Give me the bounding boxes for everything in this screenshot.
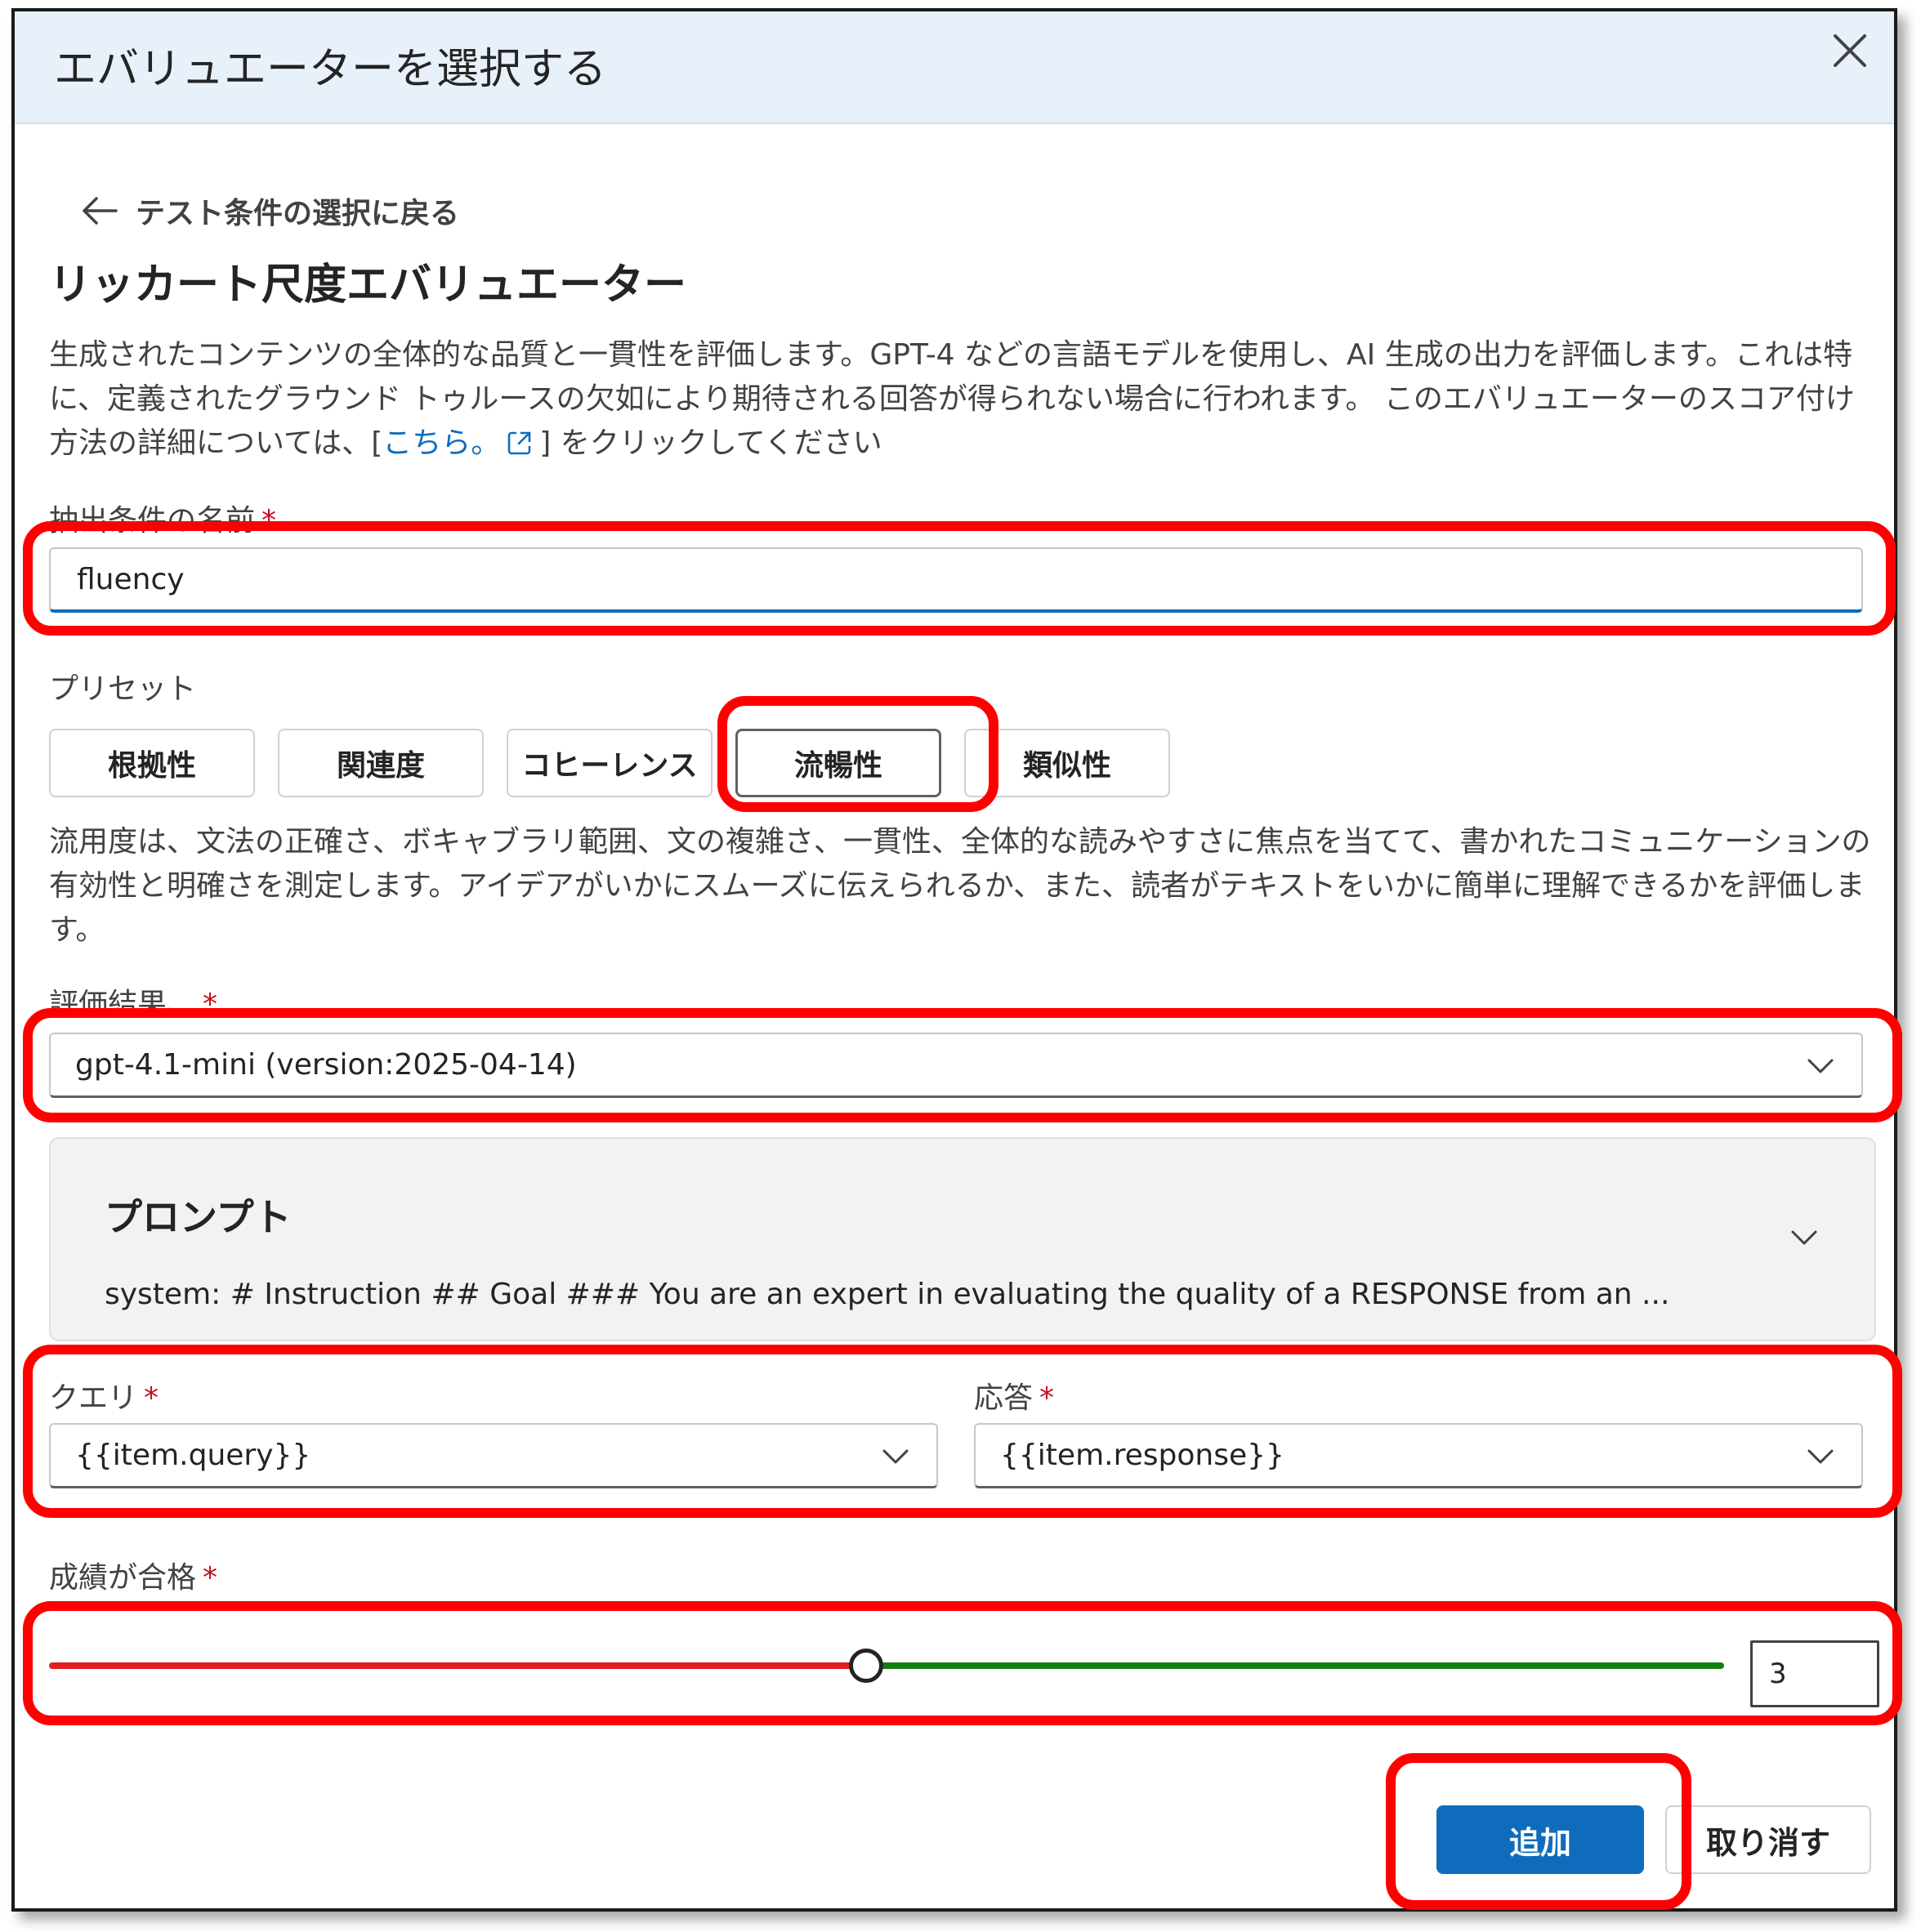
arrow-left-icon <box>80 194 119 227</box>
pass-grade-slider[interactable] <box>49 1645 1724 1686</box>
chevron-down-icon[interactable] <box>1788 1224 1820 1252</box>
required-mark: * <box>261 504 277 538</box>
back-link-label: テスト条件の選択に戻る <box>136 197 460 230</box>
response-select[interactable]: {{item.response}} <box>974 1423 1863 1488</box>
chevron-down-icon <box>1804 1443 1837 1470</box>
dialog-header: エバリュエーターを選択する <box>15 11 1894 124</box>
criteria-name-input[interactable]: fluency <box>49 547 1863 613</box>
query-select-value: {{item.query}} <box>75 1439 311 1472</box>
query-label-text: クエリ <box>49 1381 138 1415</box>
chevron-down-icon <box>879 1443 912 1470</box>
model-select-value: gpt-4.1-mini (version:2025-04-14) <box>75 1048 577 1082</box>
evaluator-dialog: エバリュエーターを選択する テスト条件の選択に戻る リッカート尺度エバリュエータ… <box>11 8 1897 1912</box>
name-label-text: 抽出条件の名前 <box>49 504 256 538</box>
response-select-value: {{item.response}} <box>1000 1439 1284 1472</box>
pass-grade-label: 成績が合格 * <box>49 1554 217 1596</box>
cancel-button[interactable]: 取り消す <box>1665 1805 1871 1874</box>
preset-coherence-button[interactable]: コヒーレンス <box>507 729 713 797</box>
model-label-text: 評価結果、 <box>49 988 197 1021</box>
prompt-title: プロンプト <box>105 1195 292 1239</box>
preset-groundedness-button[interactable]: 根拠性 <box>49 729 255 797</box>
model-field-label: 評価結果、 * <box>49 980 217 1023</box>
description-text: 生成されたコンテンツの全体的な品質と一貫性を評価します。GPT-4 などの言語モ… <box>49 338 1855 460</box>
pass-grade-label-text: 成績が合格 <box>49 1561 197 1595</box>
preset-relevance-button[interactable]: 関連度 <box>278 729 484 797</box>
evaluator-description: 生成されたコンテンツの全体的な品質と一貫性を評価します。GPT-4 などの言語モ… <box>49 333 1879 466</box>
name-field-label: 抽出条件の名前 * <box>49 497 276 539</box>
presets-label: プリセット <box>49 672 197 706</box>
slider-track-high <box>866 1662 1724 1669</box>
close-button[interactable] <box>1824 25 1876 77</box>
query-select[interactable]: {{item.query}} <box>49 1423 938 1488</box>
response-field-label: 応答 * <box>974 1374 1054 1417</box>
query-field-label: クエリ * <box>49 1374 159 1417</box>
pass-grade-input[interactable]: 3 <box>1750 1640 1879 1707</box>
preset-fluency-button[interactable]: 流暢性 <box>735 729 941 797</box>
required-mark: * <box>1039 1381 1055 1415</box>
prompt-panel[interactable]: プロンプト system: # Instruction ## Goal ### … <box>49 1137 1876 1341</box>
pass-grade-value: 3 <box>1769 1658 1787 1690</box>
preset-description: 流用度は、文法の正確さ、ボキャブラリ範囲、文の複雑さ、一貫性、全体的な読みやすさ… <box>49 825 1871 947</box>
open-in-new-icon[interactable] <box>505 428 534 457</box>
slider-thumb[interactable] <box>849 1649 883 1683</box>
chevron-down-icon <box>1804 1052 1837 1080</box>
preset-buttons: 根拠性 関連度 コヒーレンス 流暢性 類似性 <box>49 729 1193 797</box>
required-mark: * <box>203 988 218 1021</box>
add-button[interactable]: 追加 <box>1436 1805 1644 1874</box>
preset-similarity-button[interactable]: 類似性 <box>964 729 1170 797</box>
back-link[interactable]: テスト条件の選択に戻る <box>80 190 459 232</box>
model-select[interactable]: gpt-4.1-mini (version:2025-04-14) <box>49 1033 1863 1098</box>
required-mark: * <box>144 1381 159 1415</box>
dialog-title: エバリュエーターを選択する <box>54 45 607 94</box>
close-icon <box>1834 34 1866 67</box>
slider-track-low <box>49 1662 866 1669</box>
response-label-text: 応答 <box>974 1381 1034 1415</box>
required-mark: * <box>203 1561 218 1595</box>
criteria-name-value: fluency <box>77 562 185 596</box>
details-link[interactable]: こちら。 <box>382 426 500 460</box>
prompt-preview: system: # Instruction ## Goal ### You ar… <box>105 1278 1670 1311</box>
description-suffix: ] をクリックしてください <box>539 426 882 460</box>
evaluator-title: リッカート尺度エバリュエーター <box>49 261 687 310</box>
